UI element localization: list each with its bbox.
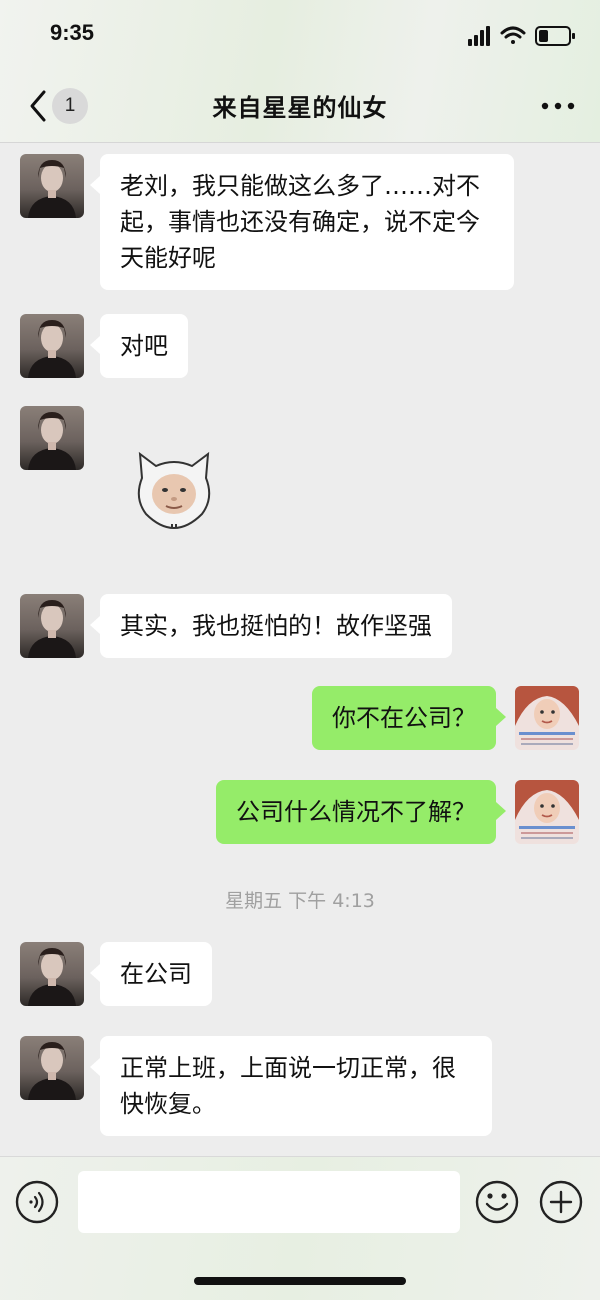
outgoing-message[interactable]: 公司什么情况不了解？ bbox=[216, 780, 506, 844]
navigation-bar: 9:35 1 来自星星的仙女 bbox=[0, 0, 600, 143]
my-avatar[interactable] bbox=[515, 780, 579, 844]
person-avatar-icon bbox=[28, 1042, 76, 1100]
time-divider: 星期五 下午 4:13 bbox=[225, 890, 375, 912]
outgoing-message[interactable]: 你不在公司？ bbox=[312, 686, 506, 750]
home-indicator bbox=[194, 1277, 406, 1285]
emoji-icon bbox=[475, 1180, 519, 1224]
battery-icon bbox=[535, 26, 575, 46]
more-options-button[interactable] bbox=[538, 94, 578, 118]
person-avatar-icon bbox=[28, 600, 76, 658]
incoming-message[interactable]: 老刘，我只能做这么多了……对不起，事情也还没有确定，说不定今天能好呢 bbox=[90, 154, 514, 290]
voice-icon bbox=[29, 1191, 44, 1213]
status-icons bbox=[468, 26, 575, 46]
emoji-button[interactable] bbox=[474, 1179, 520, 1225]
person-avatar-icon bbox=[515, 780, 579, 844]
person-avatar-icon bbox=[28, 320, 76, 378]
contact-avatar[interactable] bbox=[20, 406, 84, 470]
message-input[interactable] bbox=[78, 1171, 460, 1233]
contact-avatar[interactable] bbox=[20, 314, 84, 378]
contact-avatar[interactable] bbox=[20, 1036, 84, 1100]
person-avatar-icon bbox=[515, 686, 579, 750]
contact-avatar[interactable] bbox=[20, 594, 84, 658]
plus-icon bbox=[539, 1180, 583, 1224]
contact-avatar[interactable] bbox=[20, 942, 84, 1006]
signal-icon bbox=[468, 26, 490, 46]
more-icon bbox=[541, 102, 575, 110]
incoming-message[interactable]: 其实，我也挺怕的！故作坚强 bbox=[90, 594, 452, 658]
my-avatar[interactable] bbox=[515, 686, 579, 750]
chat-title: 来自星星的仙女 bbox=[212, 94, 388, 122]
add-button[interactable] bbox=[538, 1179, 584, 1225]
incoming-message[interactable]: 对吧 bbox=[90, 314, 188, 378]
person-avatar-icon bbox=[28, 412, 76, 470]
input-bar bbox=[0, 1156, 600, 1300]
person-avatar-icon bbox=[28, 160, 76, 218]
wifi-icon bbox=[500, 26, 526, 44]
face-sticker[interactable] bbox=[132, 448, 216, 530]
contact-avatar[interactable] bbox=[20, 154, 84, 218]
incoming-message[interactable]: 正常上班，上面说一切正常，很快恢复。 bbox=[90, 1036, 492, 1136]
status-time: 9:35 bbox=[50, 20, 95, 45]
voice-button[interactable] bbox=[14, 1179, 60, 1225]
person-avatar-icon bbox=[28, 948, 76, 1006]
incoming-message[interactable]: 在公司 bbox=[90, 942, 212, 1006]
